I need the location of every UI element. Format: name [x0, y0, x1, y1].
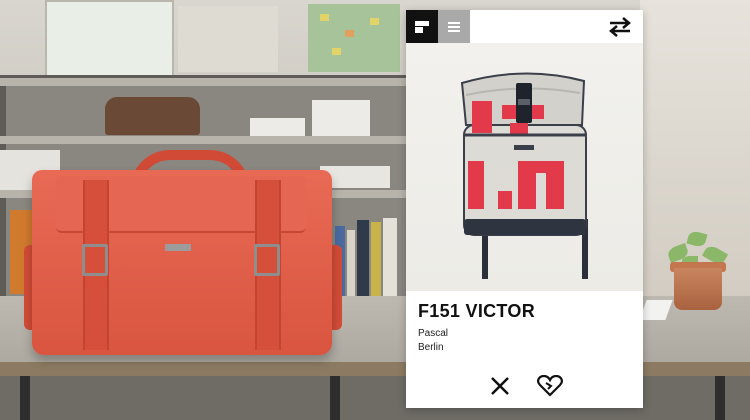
- book: [371, 222, 381, 296]
- product-card-app: F151 VICTOR Pascal Berlin: [406, 10, 643, 408]
- bag-buckle: [82, 244, 108, 276]
- sticky-note: [332, 48, 341, 55]
- top-bar: [406, 10, 643, 43]
- book: [383, 218, 397, 296]
- product-title: F151 VICTOR: [418, 301, 536, 321]
- sticky-note: [370, 18, 379, 25]
- product-image[interactable]: [406, 43, 643, 291]
- owner-city: Berlin: [418, 342, 444, 353]
- table-leg: [330, 376, 340, 420]
- pinboard: [178, 6, 278, 72]
- bag-buckle: [254, 244, 280, 276]
- close-x-icon: [491, 377, 509, 395]
- messenger-backpack-image: [460, 72, 588, 279]
- sticky-note: [345, 30, 354, 37]
- brown-bag: [105, 97, 200, 135]
- product-details: F151 VICTOR Pascal Berlin: [406, 291, 643, 408]
- window: [45, 0, 174, 84]
- swap-arrows-icon: [609, 17, 631, 37]
- bag-label: [165, 244, 191, 251]
- box: [312, 100, 370, 136]
- shelf-plank: [0, 136, 410, 144]
- freitag-f-logo-icon: [415, 20, 429, 33]
- menu-button[interactable]: [438, 10, 470, 43]
- heart-icon: [537, 375, 563, 397]
- owner-name: Pascal: [418, 328, 449, 339]
- office-right-area: [640, 0, 750, 300]
- book: [347, 230, 355, 296]
- table-leg: [20, 376, 30, 420]
- flower-pot: [674, 268, 722, 310]
- like-button[interactable]: [535, 371, 565, 401]
- shelf-plank: [0, 78, 410, 86]
- table-leg: [715, 376, 725, 420]
- reject-button[interactable]: [485, 371, 515, 401]
- sticky-note: [320, 14, 329, 21]
- swap-button[interactable]: [607, 16, 633, 38]
- book: [357, 220, 369, 296]
- logo-button[interactable]: [406, 10, 438, 43]
- hamburger-menu-icon: [448, 21, 460, 32]
- box: [250, 118, 305, 136]
